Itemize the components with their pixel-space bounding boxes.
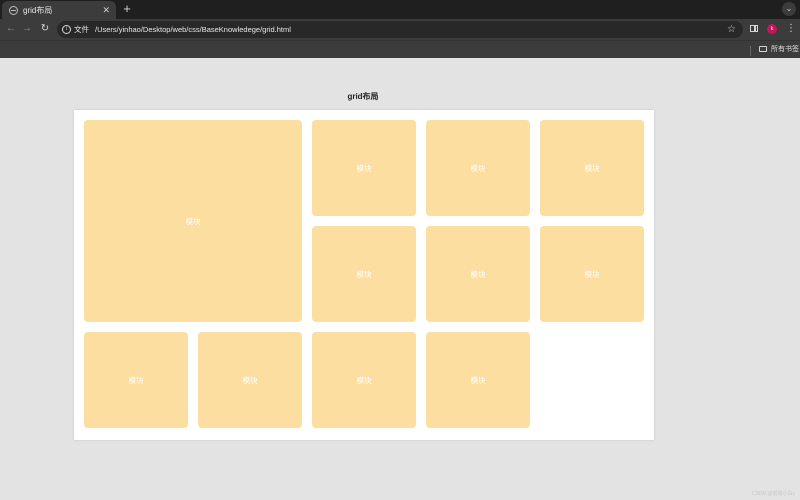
grid-block: 模块: [540, 120, 644, 216]
folder-icon: [759, 46, 767, 52]
star-icon[interactable]: ☆: [727, 22, 736, 37]
reload-button[interactable]: ↻: [38, 22, 52, 36]
back-button[interactable]: ←: [4, 22, 18, 36]
grid-block: 模块: [312, 120, 416, 216]
tab-strip: grid布局 ✕ + ⌄: [0, 0, 800, 19]
grid-block: 模块: [312, 226, 416, 322]
bookmarks-bar: 所有书签: [0, 40, 800, 59]
all-bookmarks-button[interactable]: 所有书签: [759, 44, 799, 54]
watermark: CSDN @前端小白y: [751, 491, 795, 497]
tab-grid[interactable]: grid布局 ✕: [2, 1, 116, 19]
grid-container: 模块 模块 模块 模块 模块 模块 模块 模块 模块 模块 模块: [74, 110, 654, 440]
forward-button[interactable]: →: [20, 22, 34, 36]
page-viewport: grid布局 模块 模块 模块 模块 模块 模块 模块 模块 模块 模块 模块 …: [0, 58, 800, 500]
grid-block: 模块: [84, 120, 302, 322]
grid-block: 模块: [198, 332, 302, 428]
close-icon[interactable]: ✕: [102, 5, 110, 15]
bookmarks-divider: [750, 46, 751, 56]
site-info-chip[interactable]: i 文件: [62, 24, 89, 35]
browser-toolbar: ← → ↻ i 文件 /Users/yinhao/Desktop/web/css…: [0, 19, 800, 40]
grid-block: 模块: [312, 332, 416, 428]
info-icon: i: [62, 25, 71, 34]
grid-block: 模块: [426, 120, 530, 216]
grid-block: 模块: [426, 226, 530, 322]
address-bar[interactable]: i 文件 /Users/yinhao/Desktop/web/css/BaseK…: [57, 21, 743, 38]
all-bookmarks-label: 所有书签: [771, 46, 799, 53]
url-text[interactable]: /Users/yinhao/Desktop/web/css/BaseKnowle…: [95, 25, 291, 34]
site-chip-label: 文件: [74, 25, 89, 34]
side-panel-icon[interactable]: [750, 25, 758, 32]
avatar[interactable]: k: [767, 24, 777, 34]
menu-icon[interactable]: ⋮: [786, 22, 796, 36]
tab-search-button[interactable]: ⌄: [782, 2, 796, 16]
globe-icon: [9, 5, 18, 15]
grid-block: 模块: [426, 332, 530, 428]
grid-block: 模块: [84, 332, 188, 428]
new-tab-button[interactable]: +: [120, 2, 134, 16]
page-title: grid布局: [347, 92, 379, 101]
tab-title: grid布局: [23, 5, 53, 15]
grid-block: 模块: [540, 226, 644, 322]
